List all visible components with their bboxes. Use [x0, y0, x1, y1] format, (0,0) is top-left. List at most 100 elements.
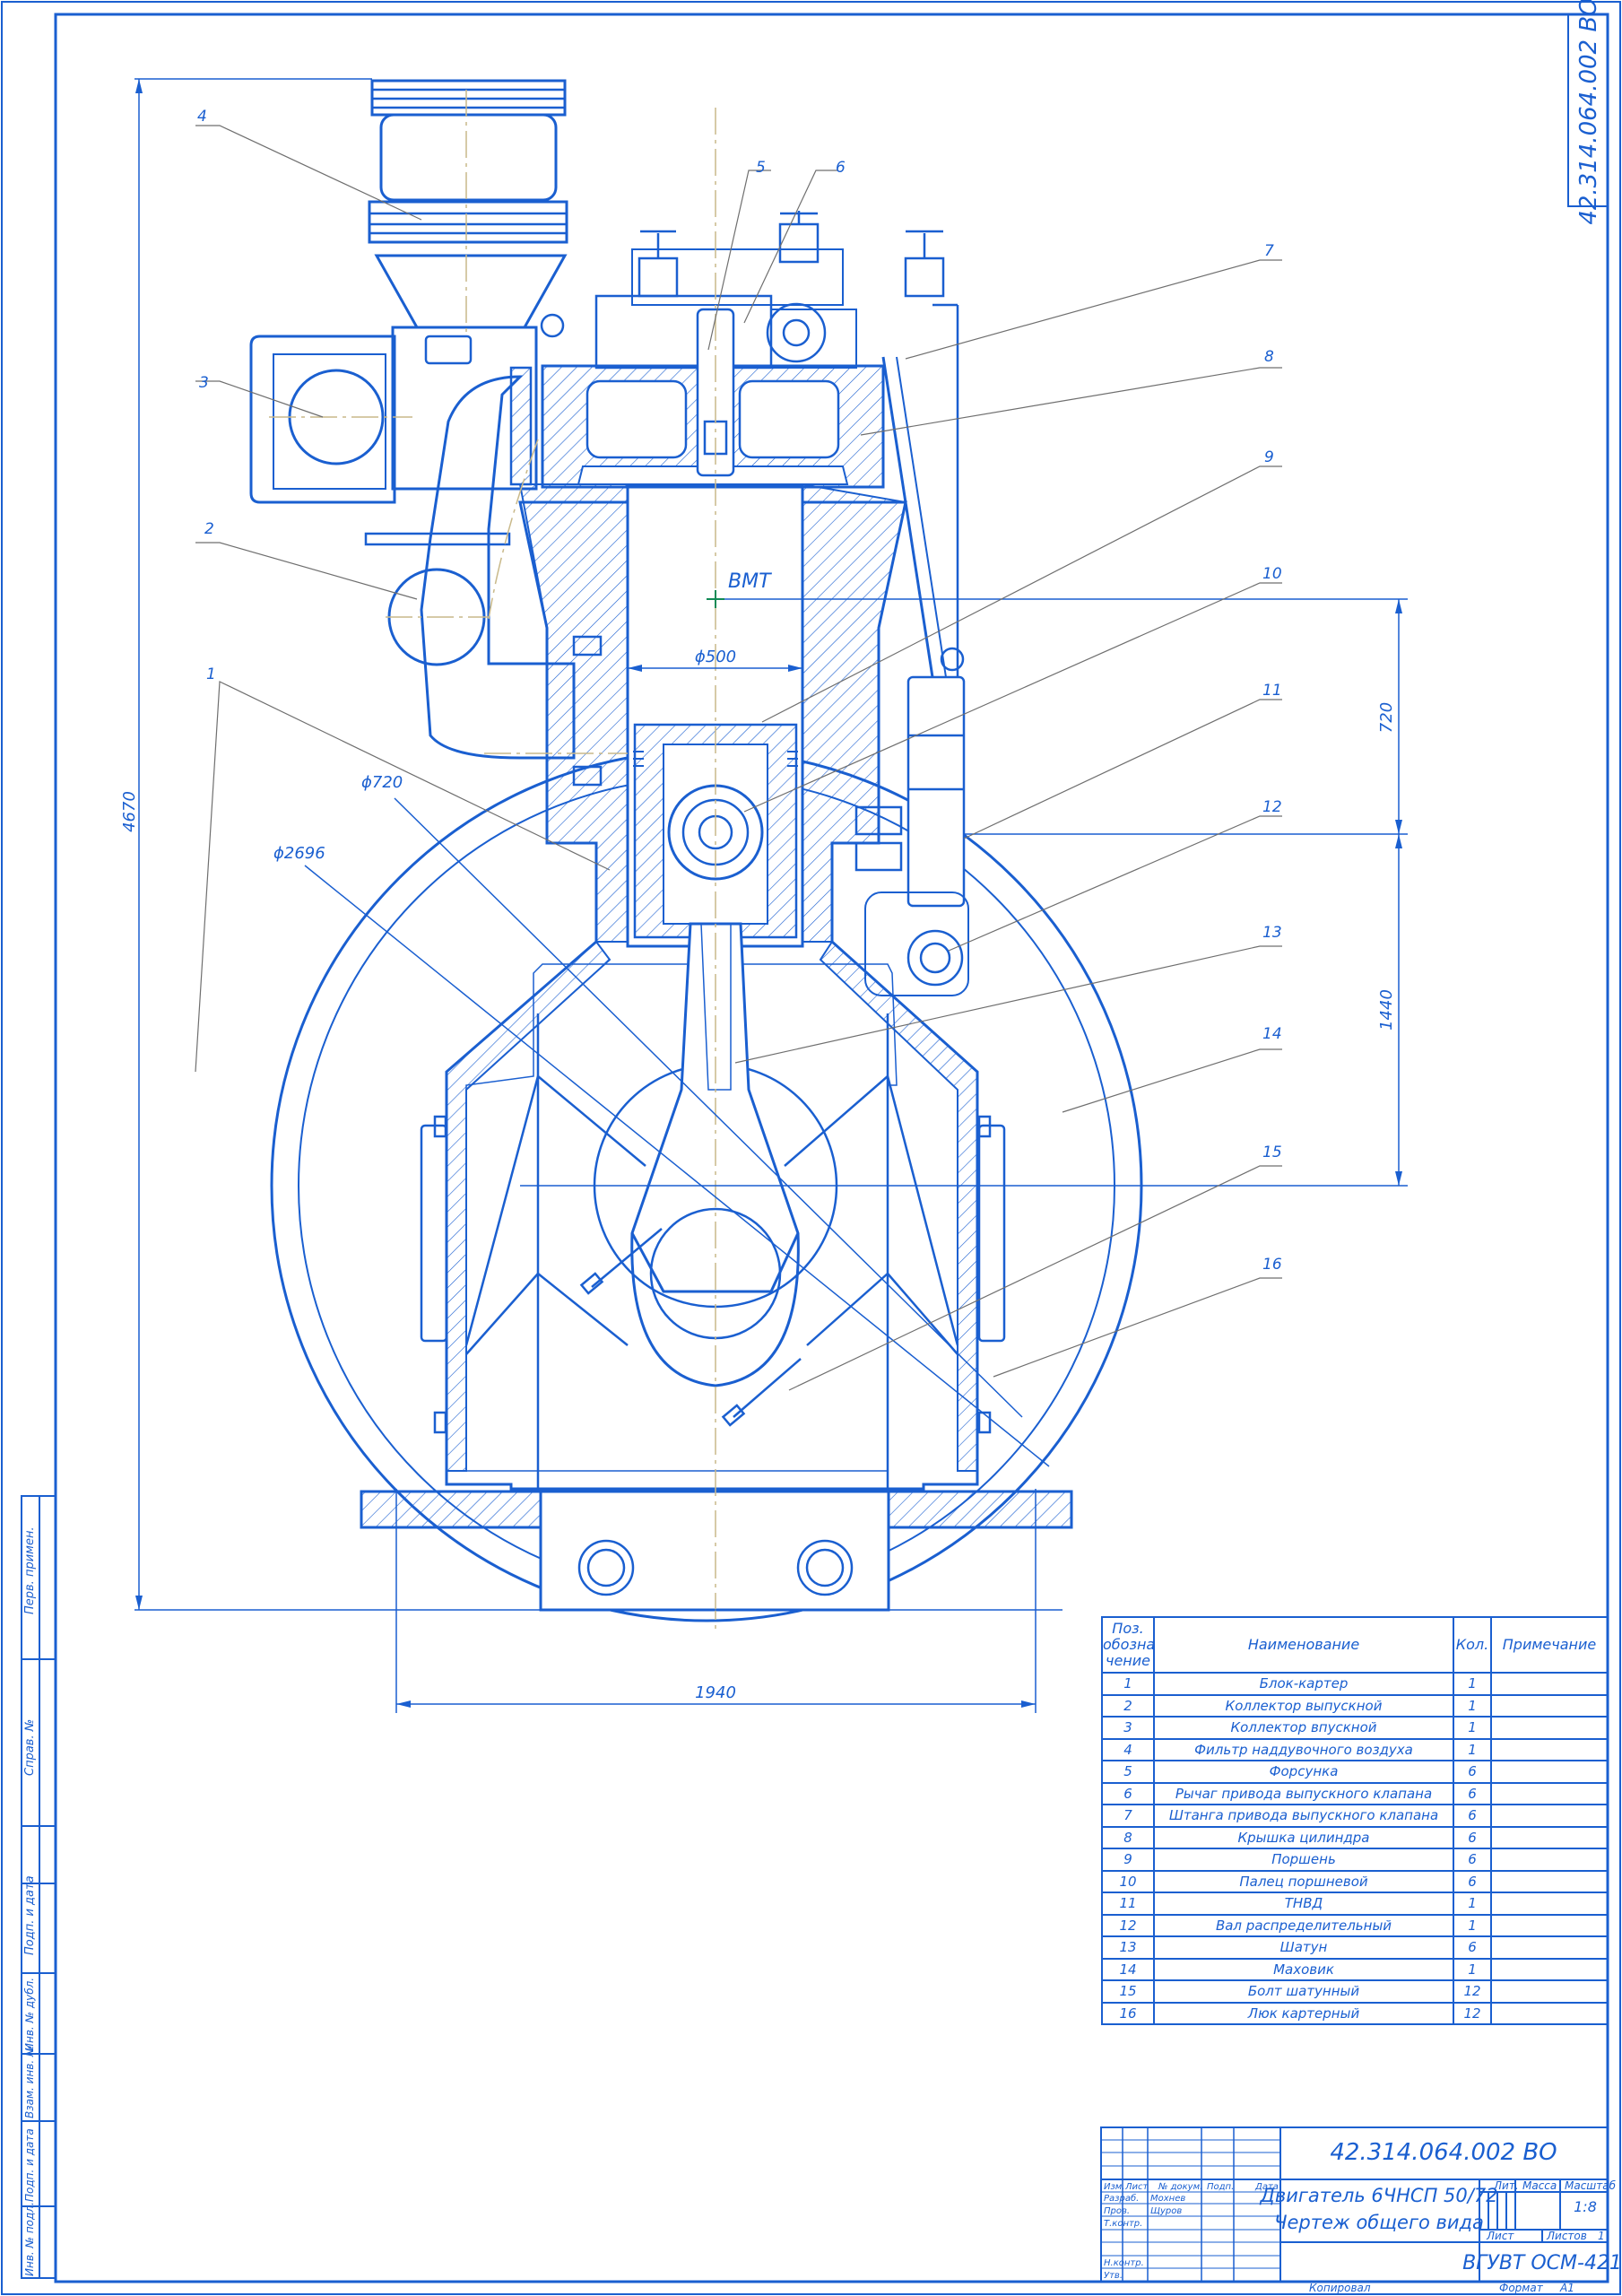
- spec-cell-pos: 2: [1101, 1693, 1155, 1718]
- spec-cell-pos: 8: [1101, 1825, 1155, 1849]
- spec-cell-name: Люк картерный: [1153, 2001, 1454, 2025]
- spec-cell-qty: 1: [1453, 1693, 1492, 1718]
- dim-height-total: 4670: [120, 791, 139, 832]
- tb-title-1: Двигатель 6ЧНСП 50/72: [1259, 2185, 1497, 2206]
- spec-cell-name: Коллектор выпускной: [1153, 1693, 1454, 1718]
- side-label-inv-dubl: Инв. № дубл.: [23, 1978, 36, 2051]
- spec-cell-note: [1490, 1892, 1609, 1916]
- spec-cell-qty: 6: [1453, 1848, 1492, 1872]
- tb-title-2: Чертеж общего вида: [1274, 2212, 1484, 2233]
- tb-col-izm: Изм.: [1104, 2182, 1125, 2192]
- side-label-perv: Перв. примен.: [23, 1526, 37, 1614]
- spec-cell-qty: 12: [1453, 2001, 1492, 2025]
- spec-cell-qty: 1: [1453, 1716, 1492, 1740]
- table-row: 5 Форсунка 6: [1101, 1760, 1609, 1784]
- spec-cell-pos: 16: [1101, 2001, 1155, 2025]
- crankcase-wall-left: [446, 940, 612, 1472]
- spec-cell-note: [1490, 1913, 1609, 1937]
- spec-cell-note: [1490, 1825, 1609, 1849]
- spec-cell-note: [1490, 1848, 1609, 1872]
- callout-1: 1: [206, 665, 216, 683]
- tb-col-podp: Подп.: [1207, 2182, 1234, 2192]
- dim-stroke-720: 720: [1377, 702, 1396, 733]
- spec-header-qty: Кол.: [1453, 1616, 1492, 1674]
- spec-cell-pos: 7: [1101, 1804, 1155, 1828]
- spec-cell-qty: 1: [1453, 1737, 1492, 1761]
- spec-cell-name: Крышка цилиндра: [1153, 1825, 1454, 1849]
- callout-2: 2: [204, 520, 214, 538]
- side-label-podp2: Подп. и дата: [23, 2128, 36, 2202]
- tb-role-prov: Пров.: [1104, 2206, 1130, 2216]
- spec-cell-note: [1490, 1760, 1609, 1784]
- tb-sheet: Лист: [1486, 2230, 1514, 2242]
- spec-cell-qty: 6: [1453, 1935, 1492, 1960]
- spec-cell-name: Маховик: [1153, 1957, 1454, 1981]
- fuel-pump: [906, 675, 966, 908]
- spec-cell-pos: 6: [1101, 1781, 1155, 1805]
- spec-cell-pos: 15: [1101, 1979, 1155, 2004]
- spec-cell-pos: 10: [1101, 1869, 1155, 1893]
- spec-cell-pos: 12: [1101, 1913, 1155, 1937]
- spec-cell-qty: 1: [1453, 1892, 1492, 1916]
- spec-cell-name: Форсунка: [1153, 1760, 1454, 1784]
- spec-cell-pos: 13: [1101, 1935, 1155, 1960]
- spec-cell-pos: 1: [1101, 1672, 1155, 1696]
- spec-cell-qty: 6: [1453, 1781, 1492, 1805]
- tb-role-nkontr: Н.контр.: [1104, 2258, 1144, 2268]
- tb-sheets-value: 1: [1598, 2230, 1605, 2242]
- table-row: 2 Коллектор выпускной 1: [1101, 1693, 1609, 1718]
- spec-cell-name: Блок-картер: [1153, 1672, 1454, 1696]
- spec-cell-name: Фильтр наддувочного воздуха: [1153, 1737, 1454, 1761]
- spec-cell-note: [1490, 1737, 1609, 1761]
- callout-15: 15: [1262, 1144, 1282, 1161]
- callout-6: 6: [836, 159, 846, 177]
- spec-cell-name: Палец поршневой: [1153, 1869, 1454, 1893]
- spec-cell-pos: 14: [1101, 1957, 1155, 1981]
- table-row: 15 Болт шатунный 12: [1101, 1979, 1609, 2004]
- spec-cell-name: Поршень: [1153, 1848, 1454, 1872]
- tb-sheets: Листов: [1546, 2230, 1587, 2242]
- tb-mass: Масса: [1522, 2179, 1557, 2192]
- tb-copied: Копировал: [1309, 2282, 1371, 2294]
- side-strip-labels: Перв. примен. Справ. № Подп. и дата Инв.…: [23, 1526, 37, 2276]
- dim-1440: 1440: [1377, 989, 1396, 1031]
- table-row: 10 Палец поршневой 6: [1101, 1869, 1609, 1893]
- designation-rotated: 42.314.064.002 ВО: [1575, 0, 1602, 225]
- table-row: 11 ТНВД 1: [1101, 1892, 1609, 1916]
- spec-cell-qty: 1: [1453, 1913, 1492, 1937]
- spec-cell-note: [1490, 1781, 1609, 1805]
- spec-cell-qty: 1: [1453, 1957, 1492, 1981]
- tb-col-data: Дата: [1254, 2182, 1279, 2192]
- table-row: 4 Фильтр наддувочного воздуха 1: [1101, 1737, 1609, 1761]
- callout-16: 16: [1262, 1256, 1282, 1274]
- rocker-arm: [766, 302, 827, 363]
- callout-10: 10: [1262, 565, 1282, 583]
- callout-3: 3: [199, 374, 209, 392]
- spec-cell-note: [1490, 1935, 1609, 1960]
- dim-bore: ϕ500: [695, 648, 736, 666]
- cylinder-wall-right: [802, 483, 907, 943]
- designation-box: 42.314.064.002 ВО: [1567, 0, 1609, 225]
- callout-7: 7: [1264, 242, 1274, 260]
- spec-cell-name: Болт шатунный: [1153, 1979, 1454, 2004]
- callout-14: 14: [1262, 1025, 1282, 1043]
- spec-cell-pos: 4: [1101, 1737, 1155, 1761]
- spec-header-note: Примечание: [1490, 1616, 1609, 1674]
- table-row: 9 Поршень 6: [1101, 1848, 1609, 1872]
- callout-8: 8: [1264, 348, 1274, 366]
- callout-4: 4: [197, 108, 207, 126]
- spec-cell-name: Штанга привода выпускного клапана: [1153, 1804, 1454, 1828]
- rocker-cover: [594, 294, 773, 370]
- spec-cell-qty: 6: [1453, 1869, 1492, 1893]
- tb-scale-value: 1:8: [1574, 2198, 1597, 2215]
- table-row: 16 Люк картерный 12: [1101, 2001, 1609, 2025]
- spec-header-name: Наименование: [1153, 1616, 1454, 1674]
- crankcase-wall-right: [819, 940, 978, 1472]
- tb-role-utv: Утв.: [1104, 2271, 1123, 2281]
- dim-d2696: ϕ2696: [273, 844, 325, 863]
- bmt-label: ВМТ: [728, 570, 772, 593]
- tb-col-list: Лист: [1124, 2182, 1149, 2192]
- spec-cell-pos: 9: [1101, 1848, 1155, 1872]
- spec-header-pos: Поз. обозна-чение: [1101, 1616, 1155, 1674]
- crankcase-door-right: [977, 1124, 1006, 1343]
